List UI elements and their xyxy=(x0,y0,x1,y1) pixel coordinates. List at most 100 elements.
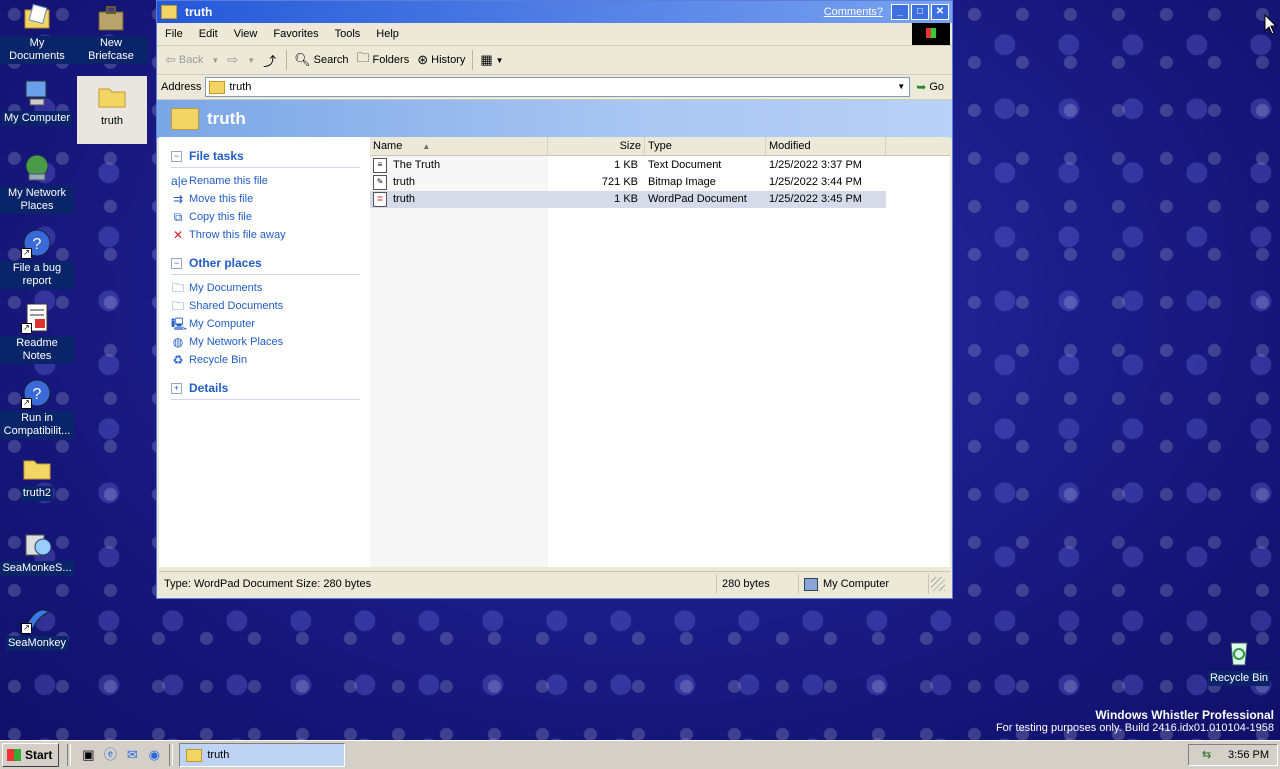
place-recycle-bin[interactable]: ♻ Recycle Bin xyxy=(159,351,370,369)
svg-text:?: ? xyxy=(33,236,42,253)
folders-button[interactable]: 🗀 Folders xyxy=(353,48,414,72)
column-header-modified[interactable]: Modified xyxy=(766,137,886,155)
desktop-icon-recycle-bin[interactable]: Recycle Bin xyxy=(1202,637,1276,686)
file-tasks-header[interactable]: − File tasks xyxy=(159,145,370,167)
forward-button[interactable]: ⇨ ▼ xyxy=(223,48,259,72)
outlook-express-icon[interactable]: ✉ xyxy=(123,746,141,764)
readme-icon: ↗ xyxy=(21,302,53,334)
views-button[interactable]: ▦ ▼ xyxy=(476,48,507,72)
menu-file[interactable]: File xyxy=(157,28,191,40)
desktop-icon-file-a-bug-report[interactable]: ? ↗ File a bug report xyxy=(0,227,74,289)
place-my-computer[interactable]: 🖳 My Computer xyxy=(159,315,370,333)
maximize-button[interactable]: □ xyxy=(911,4,929,20)
task-delete[interactable]: ✕ Throw this file away xyxy=(159,226,370,244)
details-title: Details xyxy=(189,381,229,395)
desktop-icon-seamonkey-setup[interactable]: SeaMonkeS... xyxy=(0,527,74,576)
address-label: Address xyxy=(161,81,202,93)
file-size: 1 KB xyxy=(614,159,638,171)
title-bar[interactable]: truth Comments? _ □ ✕ xyxy=(157,1,952,23)
task-rename[interactable]: a|e Rename this file xyxy=(159,172,370,190)
taskbar-button-label: truth xyxy=(207,749,230,761)
task-move[interactable]: ⇉ Move this file xyxy=(159,190,370,208)
sort-ascending-icon: ▲ xyxy=(422,142,431,151)
windows-logo-icon xyxy=(912,23,950,45)
folder-icon: 🗀 xyxy=(171,298,184,313)
quicklaunch-divider xyxy=(67,744,72,766)
desktop-icon-run-in-compatibility[interactable]: ? ↗ Run in Compatibilit... xyxy=(0,377,74,439)
search-button[interactable]: 🔍︎ Search xyxy=(290,48,352,72)
menu-edit[interactable]: Edit xyxy=(191,28,226,40)
collapse-icon: − xyxy=(171,150,182,162)
task-copy[interactable]: ⧉ Copy this file xyxy=(159,208,370,226)
sorted-column-shade xyxy=(370,155,548,567)
status-zone: My Computer xyxy=(799,574,929,594)
column-header-name[interactable]: Name ▲ xyxy=(370,137,548,155)
file-modified: 1/25/2022 3:44 PM xyxy=(769,176,862,188)
start-button[interactable]: Start xyxy=(2,743,60,767)
desktop-icon-my-computer[interactable]: My Computer xyxy=(0,77,74,126)
history-button[interactable]: ⊛ History xyxy=(413,48,469,72)
menu-view[interactable]: View xyxy=(226,28,266,40)
window-title: truth xyxy=(185,5,213,19)
chevron-down-icon[interactable]: ▼ xyxy=(893,78,909,96)
place-label: My Computer xyxy=(189,318,256,330)
task-label: Move this file xyxy=(189,193,254,205)
menu-help[interactable]: Help xyxy=(368,28,407,40)
status-size: 280 bytes xyxy=(717,574,799,594)
shortcut-arrow-icon: ↗ xyxy=(21,623,32,634)
resize-grip[interactable] xyxy=(931,577,945,591)
go-button[interactable]: ➥ Go xyxy=(916,80,944,94)
file-name: The Truth xyxy=(393,159,441,171)
other-places-header[interactable]: − Other places xyxy=(159,252,370,274)
file-row-selected[interactable]: ≣ truth 1 KB WordPad Document 1/25/2022 3… xyxy=(370,191,886,208)
close-button[interactable]: ✕ xyxy=(931,4,949,20)
up-folder-button[interactable]: ⤴ xyxy=(259,48,283,72)
toolbar: ⇦ Back ▼ ⇨ ▼ ⤴ 🔍︎ Search 🗀 Folders ⊛ History ▦… xyxy=(157,46,952,75)
my-documents-icon xyxy=(21,2,53,34)
minimize-button[interactable]: _ xyxy=(891,4,909,20)
desktop-icon-new-briefcase[interactable]: New Briefcase xyxy=(74,2,148,64)
place-my-documents[interactable]: 🗀 My Documents xyxy=(159,279,370,297)
desktop-icon-readme-notes[interactable]: ↗ Readme Notes xyxy=(0,302,74,364)
desktop-icon-my-documents[interactable]: My Documents xyxy=(0,2,74,64)
desktop-icon-label: Recycle Bin xyxy=(1207,671,1271,686)
back-button[interactable]: ⇦ Back ▼ xyxy=(161,48,223,72)
show-desktop-icon[interactable]: ▣ xyxy=(79,746,97,764)
desktop-icon-truth2[interactable]: truth2 xyxy=(0,452,74,501)
recycle-bin-icon: ♻ xyxy=(172,352,184,367)
address-input[interactable]: truth ▼ xyxy=(205,77,911,97)
details-header[interactable]: + Details xyxy=(159,377,370,399)
column-header-size[interactable]: Size xyxy=(548,137,645,155)
file-name: truth xyxy=(393,193,416,205)
place-my-network-places[interactable]: ◍ My Network Places xyxy=(159,333,370,351)
quicklaunch-divider xyxy=(169,744,174,766)
desktop-icon-my-network-places[interactable]: My Network Places xyxy=(0,152,74,214)
desktop-icon-truth[interactable]: truth xyxy=(77,76,147,144)
place-label: Recycle Bin xyxy=(189,354,248,366)
desktop-icon-label: File a bug report xyxy=(0,261,74,289)
network-tray-icon[interactable]: ⇆ xyxy=(1202,749,1216,761)
internet-explorer-icon[interactable]: ⓔ xyxy=(101,746,119,764)
address-bar: Address truth ▼ ➥ Go xyxy=(157,75,952,100)
seamonkey-setup-icon xyxy=(21,527,53,559)
taskbar-button-truth[interactable]: truth xyxy=(179,743,346,767)
go-label: Go xyxy=(929,81,944,93)
back-label: Back xyxy=(178,54,204,66)
clock[interactable]: 3:56 PM xyxy=(1228,749,1269,761)
menu-tools[interactable]: Tools xyxy=(327,28,369,40)
address-value: truth xyxy=(229,81,252,93)
task-label: Throw this file away xyxy=(189,229,286,241)
place-shared-documents[interactable]: 🗀 Shared Documents xyxy=(159,297,370,315)
file-row[interactable]: ✎ truth 721 KB Bitmap Image 1/25/2022 3:4… xyxy=(370,174,950,191)
desktop-icon-seamonkey[interactable]: ↗ SeaMonkey xyxy=(0,602,74,651)
media-player-icon[interactable]: ◉ xyxy=(145,746,163,764)
build-watermark: Windows Whistler Professional For testin… xyxy=(996,708,1274,734)
column-header-type[interactable]: Type xyxy=(645,137,766,155)
history-label: History xyxy=(431,54,466,66)
file-row[interactable]: ≡ The Truth 1 KB Text Document 1/25/2022 … xyxy=(370,157,950,174)
comments-link[interactable]: Comments? xyxy=(824,6,883,18)
toolbar-separator xyxy=(472,50,474,70)
history-icon: ⊛ xyxy=(417,52,429,67)
menu-favorites[interactable]: Favorites xyxy=(265,28,326,40)
